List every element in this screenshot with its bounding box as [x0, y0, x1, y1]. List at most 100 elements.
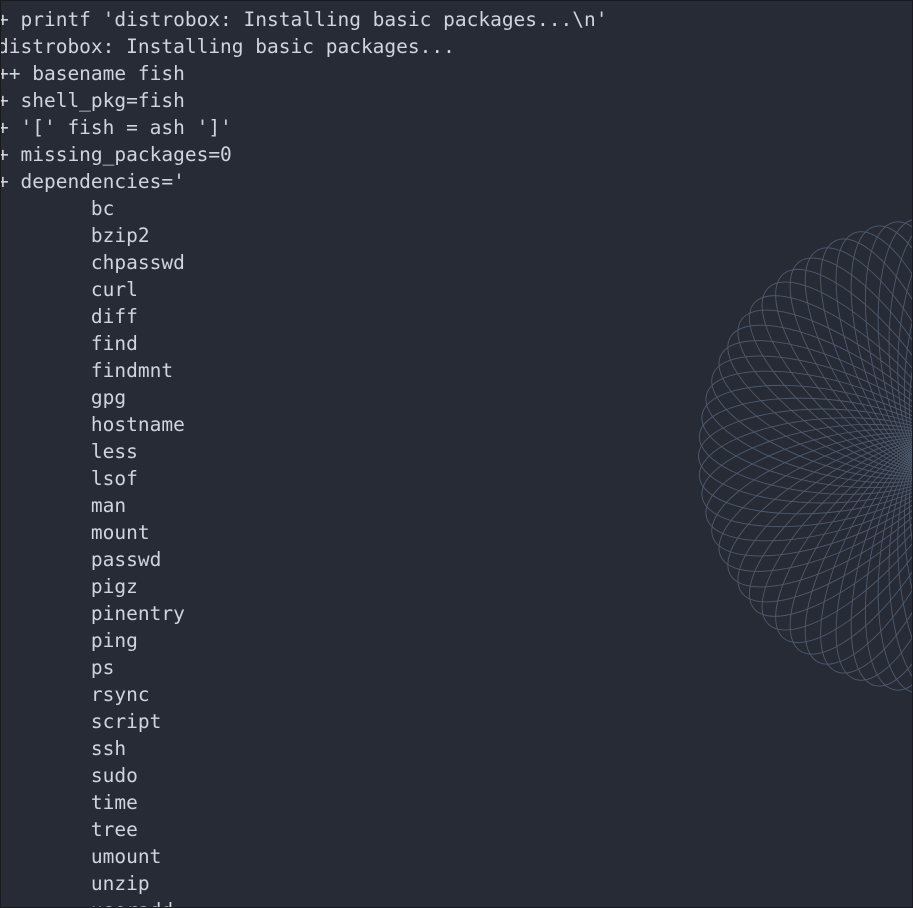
spirograph-loop: [727, 437, 912, 588]
spirograph-loop: [899, 281, 913, 501]
spirograph-loop: [761, 281, 912, 472]
spirograph-loop: [903, 221, 912, 470]
terminal-line: unzip: [0, 872, 150, 895]
spirograph-loop: [737, 438, 912, 603]
spirograph-loop: [888, 218, 912, 469]
spirograph-loop: [892, 244, 913, 496]
terminal-line: chpasswd: [0, 251, 185, 274]
spirograph-loop: [903, 442, 912, 691]
spirograph-loop: [698, 397, 912, 495]
terminal-line: rsync: [0, 683, 150, 706]
spirograph-loop: [835, 231, 912, 470]
terminal-line: pinentry: [0, 602, 185, 625]
spirograph-loop: [888, 217, 913, 484]
terminal-line: useradd: [1, 897, 607, 907]
spirograph-loop: [789, 257, 912, 471]
spirograph-loop: [890, 234, 913, 493]
spirograph-loop: [908, 331, 913, 505]
spirograph-loop: [820, 238, 912, 470]
terminal-line: bc: [0, 197, 115, 220]
terminal-line: + '[' fish = ash ']': [0, 116, 232, 139]
spirograph-loop: [877, 218, 912, 469]
spirograph-loop: [718, 435, 912, 572]
terminal-output: + printf 'distrobox: Installing basic pa…: [0, 6, 608, 907]
terminal-line: man: [0, 494, 127, 517]
terminal-line: diff: [0, 305, 138, 328]
spirograph-loop: [748, 295, 912, 473]
spirograph-loop: [899, 410, 913, 630]
spirograph-loop: [804, 442, 912, 665]
terminal-line: curl: [0, 278, 138, 301]
terminal-line: gpg: [0, 386, 127, 409]
terminal-line: ++ basename fish: [0, 62, 185, 85]
spirograph-loop: [850, 225, 912, 470]
spirograph-loop: [896, 267, 913, 500]
terminal-line: hostname: [0, 413, 185, 436]
spirograph-loop: [908, 442, 912, 687]
spirograph-loop: [775, 441, 912, 644]
spirograph-loop: [894, 255, 913, 498]
terminal-line: passwd: [0, 548, 162, 571]
terminal-line: + dependencies=': [0, 170, 185, 193]
spirograph-loop: [888, 425, 913, 691]
spirograph-loop: [897, 443, 912, 694]
spirograph-loop: [698, 417, 912, 515]
terminal-line: + shell_pkg=fish: [0, 89, 185, 112]
spirograph-loop: [701, 384, 912, 489]
spirograph-loop: [908, 225, 912, 470]
spirograph-loop: [894, 414, 913, 657]
spirograph-loop: [804, 247, 912, 470]
terminal-line: find: [0, 332, 138, 355]
terminal-line: script: [0, 710, 162, 733]
spirograph-loop: [890, 419, 913, 678]
terminal-line: findmnt: [0, 359, 174, 382]
terminal-line: bzip2: [0, 224, 150, 247]
terminal-line: tree: [0, 818, 138, 841]
spirograph-loop: [888, 221, 913, 487]
spirograph-loop: [705, 428, 912, 542]
spirograph-loop: [701, 423, 912, 528]
terminal-line: ps: [0, 656, 115, 679]
spirograph-loop: [905, 408, 913, 599]
spirograph-loop: [888, 443, 912, 694]
terminal-line: + missing_packages=0: [0, 143, 232, 166]
spirograph-loop: [718, 340, 912, 477]
spirograph-loop: [850, 442, 912, 687]
spirograph-loop: [877, 443, 912, 694]
spirograph-loop: [711, 355, 912, 480]
spirograph-loop: [727, 324, 912, 475]
spirograph-loop: [761, 440, 912, 631]
terminal-line: less: [0, 440, 138, 463]
spirograph-loop: [888, 428, 913, 695]
spirograph-loop: [737, 309, 912, 474]
spirograph-loop: [902, 296, 913, 502]
terminal-line: sudo: [0, 764, 138, 787]
terminal-window[interactable]: + printf 'distrobox: Installing basic pa…: [0, 0, 913, 908]
spirograph-loop: [705, 370, 912, 484]
terminal-line: distrobox: Installing basic packages...: [0, 35, 455, 58]
spirograph-loop: [711, 432, 912, 557]
spirograph-loop: [864, 442, 912, 691]
spirograph-loop: [820, 442, 912, 674]
spirograph-loop: [902, 409, 913, 615]
terminal-line: umount: [0, 845, 162, 868]
spirograph-loop: [896, 412, 913, 645]
spirograph-loop: [775, 268, 912, 471]
terminal-line: time: [0, 791, 138, 814]
spirograph-loop: [789, 441, 912, 655]
terminal-line: ssh: [0, 737, 127, 760]
spirograph-loop: [892, 416, 913, 668]
spirograph-loop: [864, 221, 912, 470]
terminal-line: lsof: [0, 467, 138, 490]
spirograph-loop: [889, 227, 913, 491]
terminal-line: ping: [0, 629, 138, 652]
spirograph-loop: [908, 408, 913, 582]
spirograph-loop: [897, 218, 912, 469]
terminal-line: + printf 'distrobox: Installing basic pa…: [0, 8, 608, 31]
terminal-line: mount: [0, 521, 150, 544]
spirograph-loop: [698, 408, 912, 504]
spirograph-loop: [905, 313, 913, 504]
spirograph-loop: [748, 439, 912, 617]
spirograph-loop: [889, 422, 913, 686]
spirograph-loop: [835, 442, 912, 681]
